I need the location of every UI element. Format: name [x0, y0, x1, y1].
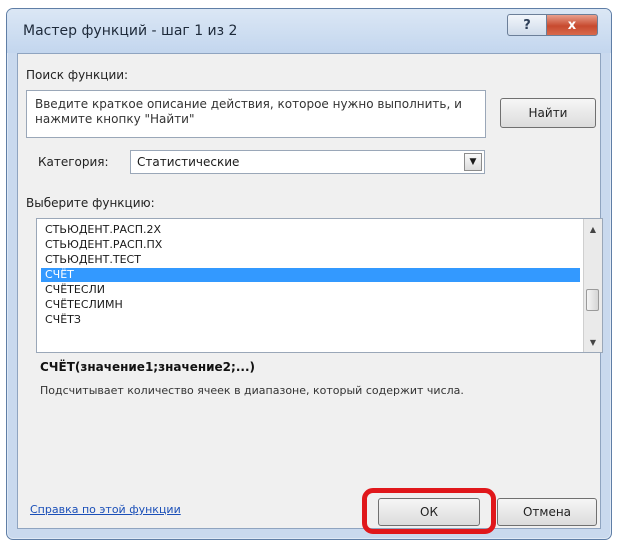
close-icon: x	[567, 17, 577, 33]
function-description: Подсчитывает количество ячеек в диапазон…	[40, 384, 464, 397]
help-title-button[interactable]: ?	[507, 14, 547, 36]
category-select[interactable]: Статистические ▼	[130, 150, 485, 174]
search-label: Поиск функции:	[26, 68, 129, 82]
chevron-down-icon[interactable]: ▼	[464, 153, 482, 171]
list-item-selected[interactable]: СЧЁТ	[41, 268, 580, 282]
list-item[interactable]: СЧЁТЕСЛИМН	[41, 298, 580, 312]
close-title-button[interactable]: x	[546, 14, 598, 36]
list-item[interactable]: СТЬЮДЕНТ.РАСП.ПХ	[41, 238, 580, 252]
question-icon: ?	[523, 17, 531, 33]
list-item[interactable]: СЧЁТЗ	[41, 313, 580, 327]
find-button[interactable]: Найти	[500, 98, 596, 128]
scroll-thumb[interactable]	[586, 289, 599, 311]
title-bar[interactable]: Мастер функций - шаг 1 из 2 ? x	[7, 9, 611, 53]
scroll-down-icon[interactable]: ▼	[584, 334, 602, 350]
function-list-label: Выберите функцию:	[26, 196, 155, 210]
category-label: Категория:	[38, 155, 109, 169]
list-scrollbar[interactable]: ▲ ▼	[583, 219, 602, 352]
list-item[interactable]: СЧЁТЕСЛИ	[41, 283, 580, 297]
list-item[interactable]: СТЬЮДЕНТ.ТЕСТ	[41, 253, 580, 267]
function-help-link[interactable]: Справка по этой функции	[30, 503, 181, 516]
scroll-up-icon[interactable]: ▲	[584, 221, 602, 237]
ok-highlight-annotation	[362, 488, 496, 534]
cancel-button[interactable]: Отмена	[497, 498, 597, 526]
dialog-title: Мастер функций - шаг 1 из 2	[23, 23, 238, 39]
function-list[interactable]: СТЬЮДЕНТ.РАСП.2Х СТЬЮДЕНТ.РАСП.ПХ СТЬЮДЕ…	[36, 218, 603, 353]
search-input[interactable]: Введите краткое описание действия, котор…	[26, 90, 486, 138]
function-signature: СЧЁТ(значение1;значение2;...)	[40, 360, 255, 374]
list-item[interactable]: СТЬЮДЕНТ.РАСП.2Х	[41, 223, 580, 237]
category-value: Статистические	[137, 155, 240, 169]
